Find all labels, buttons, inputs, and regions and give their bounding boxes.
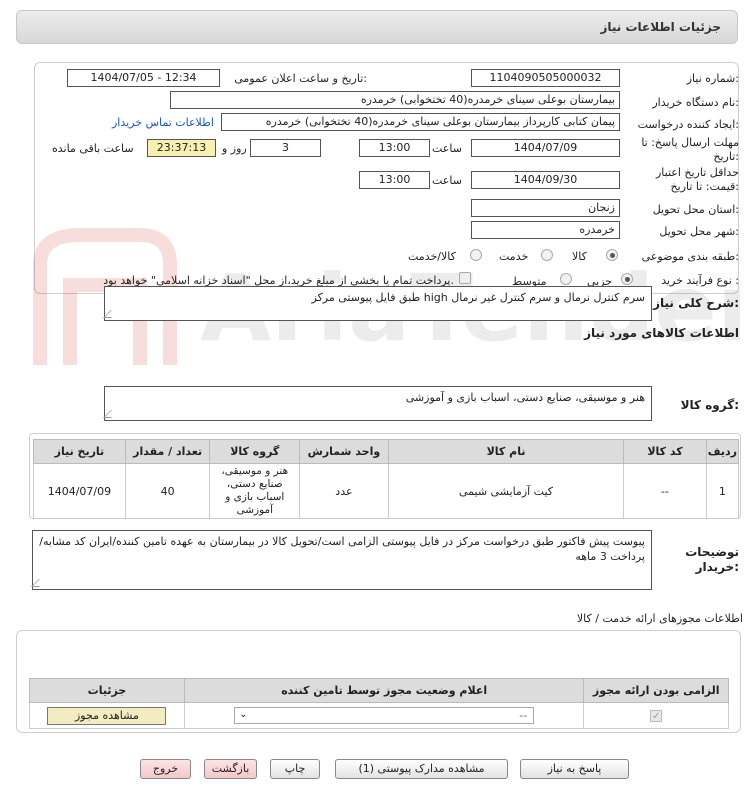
price-validity-label: حداقل تاریخ اعتبار قیمت: تا تاریخ: (655, 166, 739, 193)
reply-deadline-label: مهلت ارسال پاسخ: تا تاریخ: (641, 136, 739, 163)
buyer-notes-text: پیوست پیش فاکتور طبق درخواست مرکز در فای… (39, 535, 645, 563)
treasury-payment-checkbox[interactable] (459, 272, 471, 284)
process-type-label: نوع فرآیند خرید : (661, 274, 739, 287)
goods-col: تعداد / مقدار (124, 439, 211, 464)
permits-table: الزامی بودن ارائه مجوز اعلام وضعیت مجوز … (29, 678, 729, 729)
goods-table: ردیف کد کالا نام کالا واحد شمارش گروه کا… (33, 439, 740, 519)
table-row: 1 -- کیت آزمایشی شیمی عدد هنر و موسیقی، … (33, 463, 740, 519)
goods-group-text: هنر و موسیقی، صنایع دستی، اسباب بازی و آ… (405, 391, 645, 404)
buyer-notes-textarea: پیوست پیش فاکتور طبق درخواست مرکز در فای… (31, 530, 652, 590)
need-number-label: شماره نیاز: (686, 72, 739, 85)
reply-time-label: ساعت (432, 142, 462, 155)
days-label: روز و (222, 142, 247, 155)
permits-col: جزئیات (29, 678, 185, 703)
process-partial-radio[interactable] (621, 273, 633, 285)
goods-cell: عدد (299, 463, 389, 519)
reply-button[interactable]: پاسخ به نیاز (520, 759, 629, 779)
goods-col: کد کالا (623, 439, 707, 464)
permits-title: اطلاعات مجوزهای ارائه خدمت / کالا (576, 612, 743, 625)
price-time-field: 13:00 (359, 171, 430, 189)
category-label: طبقه بندی موضوعی: (641, 250, 739, 263)
permits-panel: الزامی بودن ارائه مجوز اعلام وضعیت مجوز … (16, 630, 741, 733)
print-button[interactable]: چاپ (270, 759, 320, 779)
table-row: ✓ ⌄ -- مشاهده مجوز (29, 702, 729, 729)
permits-col: اعلام وضعیت مجوز توسط تامین کننده (183, 678, 585, 703)
goods-section-title: اطلاعات کالاهای مورد نیاز (584, 326, 739, 340)
view-permit-button[interactable]: مشاهده مجوز (47, 706, 167, 725)
creator-label: ایجاد کننده درخواست: (637, 118, 739, 131)
reply-date-field: 1404/07/09 (471, 139, 620, 157)
category-service-radio[interactable] (541, 249, 553, 261)
category-both-label: کالا/خدمت (408, 250, 456, 263)
goods-group-label: گروه کالا: (680, 398, 739, 412)
price-time-label: ساعت (432, 174, 462, 187)
page-header: جزئیات اطلاعات نیاز (16, 10, 738, 44)
creator-field: پیمان کتابی کارپرداز بیمارستان بوعلی سین… (221, 113, 620, 131)
announce-date-label: تاریخ و ساعت اعلان عمومی: (234, 72, 367, 85)
goods-group-textarea: هنر و موسیقی، صنایع دستی، اسباب بازی و آ… (103, 386, 652, 421)
permit-required-checkbox: ✓ (650, 710, 663, 722)
province-label: استان محل تحویل: (652, 203, 739, 216)
category-service-label: خدمت (499, 250, 529, 263)
summary-text: سرم کنترل نرمال و سرم کنترل غیر نرمال hi… (311, 291, 646, 304)
province-field: زنجان (471, 199, 620, 217)
permit-details-cell: مشاهده مجوز (29, 702, 185, 729)
summary-textarea: سرم کنترل نرمال و سرم کنترل غیر نرمال hi… (103, 286, 652, 321)
city-label: شهر محل تحویل: (659, 225, 739, 238)
goods-col: گروه کالا (209, 439, 301, 464)
permit-status-cell: ⌄ -- (183, 702, 585, 729)
buyer-org-field: بیمارستان بوعلی سینای خرمدره(40 تختخوابی… (170, 91, 620, 109)
permit-status-value: -- (519, 709, 528, 722)
goods-col: واحد شمارش (299, 439, 389, 464)
price-date-field: 1404/09/30 (471, 171, 620, 189)
process-medium-radio[interactable] (560, 273, 572, 285)
buyer-contact-link[interactable]: اطلاعات تماس خریدار (112, 116, 214, 129)
goods-cell: 40 (124, 463, 211, 519)
back-button[interactable]: بازگشت (204, 759, 257, 779)
goods-col: تاریخ نیاز (33, 439, 126, 464)
permit-required-cell: ✓ (583, 702, 729, 729)
chevron-down-icon: ⌄ (239, 709, 248, 720)
buyer-org-label: نام دستگاه خریدار: (652, 96, 739, 109)
permit-status-select[interactable]: ⌄ -- (234, 707, 535, 724)
goods-cell: کیت آزمایشی شیمی (387, 463, 625, 519)
goods-cell: هنر و موسیقی، صنایع دستی، اسباب بازی و آ… (209, 463, 301, 519)
reply-time-field: 13:00 (359, 139, 430, 157)
goods-cell: 1 (705, 463, 740, 519)
permits-table-header: الزامی بودن ارائه مجوز اعلام وضعیت مجوز … (29, 678, 729, 703)
exit-button[interactable]: خروج (140, 759, 191, 779)
goods-table-header: ردیف کد کالا نام کالا واحد شمارش گروه کا… (33, 439, 740, 464)
remaining-time-label: ساعت باقی مانده (52, 142, 134, 155)
category-both-radio[interactable] (470, 249, 482, 261)
goods-col: نام کالا (387, 439, 625, 464)
need-number-field: 1104090505000032 (471, 69, 620, 87)
remaining-time-field: 23:37:13 (147, 139, 216, 157)
goods-col: ردیف (705, 439, 740, 464)
permits-col: الزامی بودن ارائه مجوز (583, 678, 729, 703)
city-field: خرمدره (471, 221, 620, 239)
goods-cell: -- (623, 463, 707, 519)
goods-table-panel: ردیف کد کالا نام کالا واحد شمارش گروه کا… (29, 433, 741, 519)
page-title: جزئیات اطلاعات نیاز (600, 20, 721, 34)
goods-cell: 1404/07/09 (33, 463, 126, 519)
summary-label: شرح کلی نیاز: (653, 296, 739, 310)
days-field: 3 (250, 139, 321, 157)
buyer-notes-label: توضیحات خریدار: (685, 545, 739, 574)
view-attachments-button[interactable]: مشاهده مدارک پیوستی (1) (335, 759, 508, 779)
category-goods-radio[interactable] (606, 249, 618, 261)
announce-date-field: 1404/07/05 - 12:34 (67, 69, 220, 87)
category-goods-label: کالا (572, 250, 587, 263)
